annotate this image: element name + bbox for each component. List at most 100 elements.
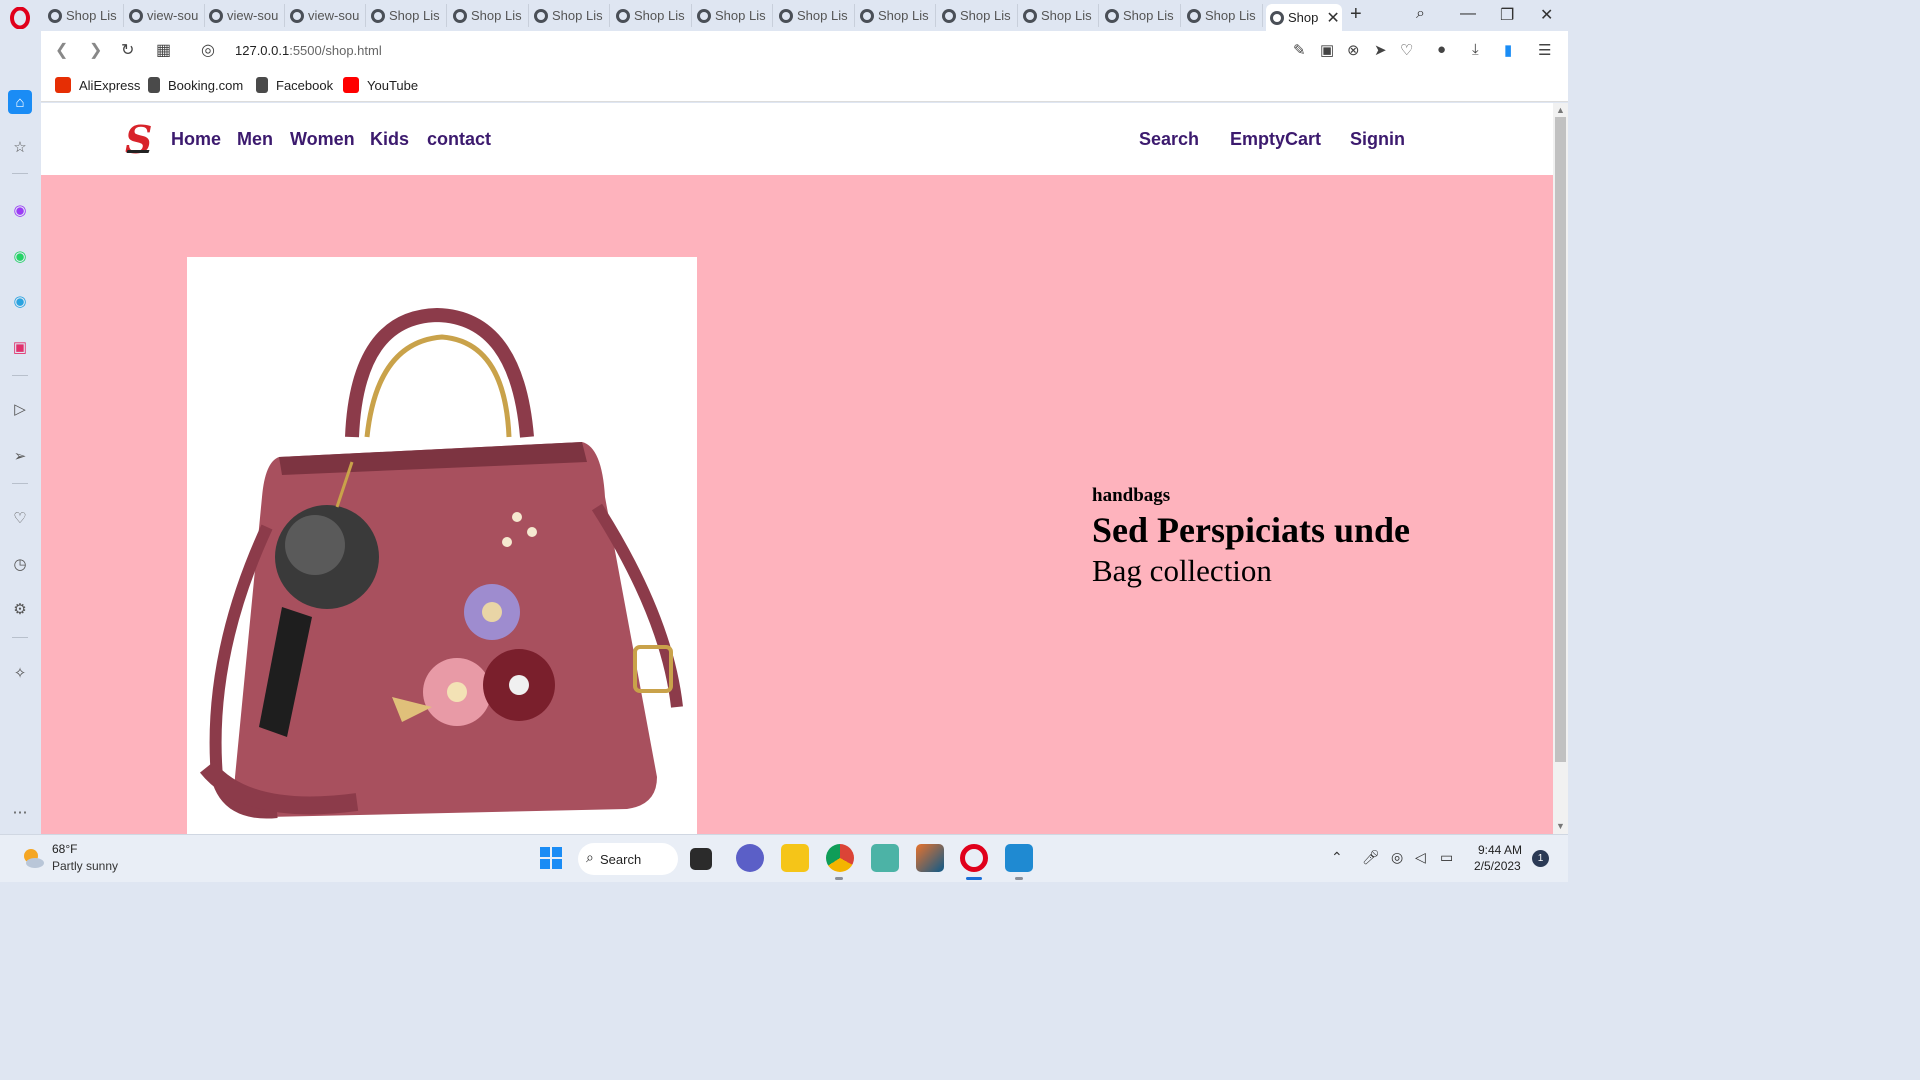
sun-cloud-icon[interactable] — [20, 845, 46, 871]
tab[interactable]: Shop Lis — [612, 4, 692, 27]
tab[interactable]: Shop Lis — [367, 4, 447, 27]
notification-badge[interactable]: 1 — [1532, 850, 1549, 867]
tab[interactable]: view-sou — [205, 4, 285, 27]
camera-icon[interactable]: ▣ — [1320, 41, 1334, 59]
history-icon[interactable]: ◷ — [10, 554, 30, 574]
download-icon[interactable]: ⤓ — [1472, 41, 1479, 58]
player-icon[interactable]: ▷ — [10, 399, 30, 419]
tab[interactable]: Shop Lis — [938, 4, 1018, 27]
heart-icon[interactable]: ♡ — [1400, 41, 1413, 59]
battery-saver-icon[interactable]: ▮ — [1504, 41, 1512, 59]
battery-icon[interactable]: ▭ — [1440, 849, 1453, 866]
hero-section: handbags Sed Perspiciats unde Bag collec… — [41, 175, 1553, 834]
home-icon[interactable]: ⌂ — [8, 90, 32, 114]
chevron-up-icon[interactable]: ⌃ — [1331, 849, 1343, 866]
taskbar-search[interactable]: ⌕ Search — [578, 843, 678, 875]
scroll-down-icon[interactable]: ▼ — [1556, 821, 1565, 831]
tab-title: view-sou — [227, 8, 279, 23]
bookmark-aliexpress[interactable]: AliExpress — [55, 77, 140, 93]
tab[interactable]: Shop Lis — [1183, 4, 1263, 27]
site-navbar: S Home Men Women Kids contact Search Emp… — [41, 103, 1553, 175]
nav-home[interactable]: Home — [171, 129, 221, 150]
bookmark-youtube[interactable]: YouTube — [343, 77, 418, 93]
url-field[interactable]: 127.0.0.1:5500/shop.html — [235, 43, 382, 58]
flow-icon[interactable]: ➢ — [10, 446, 30, 466]
whatsapp-icon[interactable]: ◉ — [10, 246, 30, 266]
search-icon: ⌕ — [586, 849, 594, 865]
tab[interactable]: Shop Lis — [775, 4, 855, 27]
nav-signin[interactable]: Signin — [1350, 129, 1405, 150]
tab[interactable]: Shop Lis — [449, 4, 529, 27]
nav-men[interactable]: Men — [237, 129, 273, 150]
chrome-icon[interactable] — [826, 844, 854, 872]
close-window-button[interactable]: ✕ — [1540, 5, 1553, 25]
tabs-grid-icon[interactable]: ▦ — [156, 40, 171, 60]
windows-taskbar: 68°F Partly sunny ⌕ Search ⌃ 🎤︎ ◎ ◁ ▭ 9:… — [0, 834, 1568, 882]
volume-icon[interactable]: ◁ — [1415, 849, 1426, 866]
nav-cart[interactable]: EmptyCart — [1230, 129, 1321, 150]
globe-icon — [371, 8, 385, 23]
instagram-icon[interactable]: ▣ — [10, 337, 30, 357]
heart-sidebar-icon[interactable]: ♡ — [10, 508, 30, 528]
teams-chat-icon[interactable] — [736, 844, 764, 872]
active-indicator — [966, 877, 982, 880]
product-image-card[interactable] — [187, 257, 697, 834]
tab[interactable]: Shop Lis — [44, 4, 124, 27]
microphone-icon[interactable]: 🎤︎ — [1362, 849, 1380, 866]
weather-temp[interactable]: 68°F — [52, 842, 77, 856]
tab[interactable]: Shop Lis — [856, 4, 936, 27]
nav-kids[interactable]: Kids — [370, 129, 409, 150]
more-icon[interactable]: ⋯ — [10, 802, 30, 822]
send-icon[interactable]: ➤ — [1374, 41, 1387, 59]
bookmark-booking[interactable]: Booking.com — [148, 77, 243, 93]
network-icon[interactable]: ◎ — [1391, 849, 1403, 866]
globe-icon — [1187, 8, 1201, 23]
clock-date[interactable]: 2/5/2023 — [1474, 859, 1521, 873]
opera-logo-icon[interactable] — [9, 7, 31, 29]
settings-icon[interactable]: ⚙ — [10, 599, 30, 619]
task-view-icon[interactable] — [690, 848, 712, 870]
page-scrollbar[interactable]: ▲ ▼ — [1553, 103, 1568, 834]
tab[interactable]: Shop Lis — [530, 4, 610, 27]
clock-time[interactable]: 9:44 AM — [1478, 843, 1522, 857]
bookmark-facebook[interactable]: Facebook — [256, 77, 333, 93]
minimize-button[interactable]: — — [1460, 5, 1476, 23]
windows-start-icon[interactable] — [537, 844, 565, 872]
scroll-thumb[interactable] — [1555, 117, 1566, 762]
easy-setup-icon[interactable]: ☰ — [1538, 41, 1551, 59]
weather-desc[interactable]: Partly sunny — [52, 859, 118, 873]
new-tab-button[interactable]: + — [1350, 3, 1362, 26]
opera-taskbar-icon[interactable] — [960, 844, 988, 872]
matlab-icon[interactable] — [916, 844, 944, 872]
nav-women[interactable]: Women — [290, 129, 355, 150]
vscode-icon[interactable] — [1005, 844, 1033, 872]
globe-icon — [209, 8, 223, 23]
nav-contact[interactable]: contact — [427, 129, 491, 150]
site-logo[interactable]: S — [125, 117, 152, 162]
keyboard-app-icon[interactable] — [871, 844, 899, 872]
tab[interactable]: view-sou — [286, 4, 366, 27]
youtube-icon — [343, 77, 359, 93]
edit-icon[interactable]: ✎ — [1293, 41, 1306, 59]
adblock-icon[interactable]: ⊗ — [1347, 41, 1360, 59]
site-info-icon[interactable]: ◎ — [201, 40, 215, 60]
tab[interactable]: Shop Lis — [1101, 4, 1181, 27]
search-tabs-icon[interactable]: ⌕ — [1416, 5, 1425, 23]
lightbulb-icon[interactable]: ✧ — [10, 663, 30, 683]
scroll-up-icon[interactable]: ▲ — [1556, 105, 1565, 115]
messenger-icon[interactable]: ◉ — [10, 200, 30, 220]
file-explorer-icon[interactable] — [781, 844, 809, 872]
nav-search[interactable]: Search — [1139, 129, 1199, 150]
tab[interactable]: Shop Lis — [693, 4, 773, 27]
close-tab-icon[interactable]: ✕ — [1326, 8, 1339, 28]
telegram-icon[interactable]: ◉ — [10, 291, 30, 311]
reload-icon[interactable]: ↻ — [121, 40, 134, 60]
back-icon[interactable]: ❮ — [55, 40, 68, 60]
bookmarks-star-icon[interactable]: ☆ — [10, 137, 30, 157]
restore-button[interactable]: ❐ — [1500, 5, 1514, 25]
profile-icon[interactable]: ● — [1437, 41, 1446, 58]
forward-icon[interactable]: ❯ — [89, 40, 102, 60]
tab-active[interactable]: Shop ✕ — [1266, 4, 1342, 31]
tab[interactable]: Shop Lis — [1019, 4, 1099, 27]
tab[interactable]: view-sou — [125, 4, 205, 27]
